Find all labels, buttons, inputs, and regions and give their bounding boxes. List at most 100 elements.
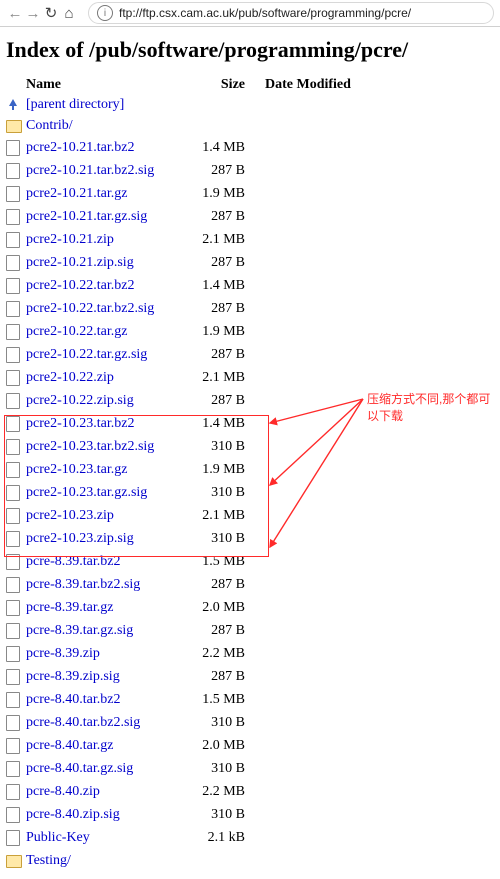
table-row[interactable]: pcre2-10.21.tar.bz21.4 MB xyxy=(6,140,389,163)
file-icon xyxy=(6,255,20,271)
col-header-date[interactable]: Date Modified xyxy=(265,77,389,97)
table-row[interactable]: pcre-8.40.zip2.2 MB xyxy=(6,784,389,807)
table-row[interactable]: pcre2-10.22.zip.sig 287 B xyxy=(6,393,389,416)
file-link[interactable]: pcre2-10.21.tar.gz xyxy=(26,186,127,201)
forward-icon[interactable]: → xyxy=(24,5,42,22)
table-row[interactable]: pcre-8.40.tar.gz.sig310 B xyxy=(6,761,389,784)
file-link[interactable]: pcre2-10.22.zip xyxy=(26,370,114,385)
table-row[interactable]: pcre-8.39.tar.bz2.sig287 B xyxy=(6,577,389,600)
table-row[interactable]: pcre2-10.21.tar.gz 1.9 MB xyxy=(6,186,389,209)
file-link[interactable]: pcre-8.40.tar.gz.sig xyxy=(26,761,133,776)
file-link[interactable]: pcre-8.40.zip xyxy=(26,784,100,799)
table-row[interactable]: pcre2-10.23.tar.gz 1.9 MB xyxy=(6,462,389,485)
browser-toolbar: ← → ↻ ⌂ i ftp://ftp.csx.cam.ac.uk/pub/so… xyxy=(0,0,500,27)
file-link[interactable]: Contrib/ xyxy=(26,118,73,133)
file-link[interactable]: pcre2-10.21.zip.sig xyxy=(26,255,134,270)
table-row[interactable]: pcre2-10.22.tar.bz2.sig287 B xyxy=(6,301,389,324)
file-link[interactable]: pcre-8.40.tar.gz xyxy=(26,738,113,753)
address-bar[interactable]: i ftp://ftp.csx.cam.ac.uk/pub/software/p… xyxy=(88,2,494,24)
table-row[interactable]: pcre-8.39.zip2.2 MB xyxy=(6,646,389,669)
table-row[interactable]: pcre2-10.22.tar.gz1.9 MB xyxy=(6,324,389,347)
table-row[interactable]: pcre-8.40.tar.bz2.sig 310 B xyxy=(6,715,389,738)
table-row[interactable]: pcre2-10.21.tar.bz2.sig 287 B xyxy=(6,163,389,186)
table-row[interactable]: pcre-8.39.tar.gz.sig 287 B xyxy=(6,623,389,646)
file-link[interactable]: pcre2-10.21.tar.bz2.sig xyxy=(26,163,154,178)
col-header-size[interactable]: Size xyxy=(185,77,265,97)
file-link[interactable]: pcre2-10.22.tar.bz2.sig xyxy=(26,301,154,316)
file-link[interactable]: pcre2-10.23.tar.gz.sig xyxy=(26,485,147,500)
file-size: 310 B xyxy=(185,715,265,738)
file-size: 287 B xyxy=(185,669,265,692)
file-link[interactable]: pcre2-10.22.tar.bz2 xyxy=(26,278,134,293)
file-link[interactable]: pcre-8.39.tar.gz xyxy=(26,600,113,615)
parent-directory-link[interactable]: [parent directory] xyxy=(26,97,124,112)
file-link[interactable]: pcre-8.40.zip.sig xyxy=(26,807,120,822)
file-size: 1.9 MB xyxy=(185,462,265,485)
file-link[interactable]: pcre-8.39.zip.sig xyxy=(26,669,120,684)
table-row[interactable]: Public-Key2.1 kB xyxy=(6,830,389,853)
file-link[interactable]: pcre-8.39.zip xyxy=(26,646,100,661)
file-size: 287 B xyxy=(185,163,265,186)
file-link[interactable]: pcre2-10.22.tar.gz xyxy=(26,324,127,339)
table-row[interactable]: pcre2-10.22.zip2.1 MB xyxy=(6,370,389,393)
back-icon[interactable]: ← xyxy=(6,5,24,22)
table-row[interactable]: pcre2-10.23.tar.bz21.4 MB xyxy=(6,416,389,439)
file-link[interactable]: pcre2-10.23.tar.gz xyxy=(26,462,127,477)
reload-icon[interactable]: ↻ xyxy=(42,4,60,22)
table-row[interactable]: pcre-8.39.tar.bz21.5 MB xyxy=(6,554,389,577)
file-link[interactable]: pcre2-10.21.tar.gz.sig xyxy=(26,209,147,224)
table-row[interactable]: pcre-8.40.zip.sig 310 B xyxy=(6,807,389,830)
file-link[interactable]: pcre2-10.22.tar.gz.sig xyxy=(26,347,147,362)
file-link[interactable]: pcre-8.39.tar.bz2.sig xyxy=(26,577,140,592)
file-link[interactable]: pcre2-10.23.tar.bz2 xyxy=(26,416,134,431)
file-size xyxy=(185,853,265,875)
file-icon xyxy=(6,370,20,386)
file-size: 310 B xyxy=(185,485,265,508)
col-header-name[interactable]: Name xyxy=(26,77,185,97)
file-link[interactable]: pcre2-10.21.zip xyxy=(26,232,114,247)
file-link[interactable]: pcre2-10.22.zip.sig xyxy=(26,393,134,408)
file-icon xyxy=(6,600,20,616)
file-size: 1.4 MB xyxy=(185,278,265,301)
file-size: 287 B xyxy=(185,393,265,416)
table-row[interactable]: pcre2-10.23.zip2.1 MB xyxy=(6,508,389,531)
file-link[interactable]: pcre-8.39.tar.bz2 xyxy=(26,554,120,569)
file-link[interactable]: Testing/ xyxy=(26,853,71,868)
table-row[interactable]: Contrib/ xyxy=(6,118,389,140)
file-link[interactable]: pcre-8.39.tar.gz.sig xyxy=(26,623,133,638)
table-row[interactable]: pcre2-10.23.tar.bz2.sig310 B xyxy=(6,439,389,462)
file-link[interactable]: pcre2-10.21.tar.bz2 xyxy=(26,140,134,155)
file-size: 310 B xyxy=(185,807,265,830)
file-link[interactable]: pcre2-10.23.tar.bz2.sig xyxy=(26,439,154,454)
file-icon xyxy=(6,715,20,731)
file-link[interactable]: pcre2-10.23.zip.sig xyxy=(26,531,134,546)
file-icon xyxy=(6,462,20,478)
file-icon xyxy=(6,577,20,593)
file-link[interactable]: Public-Key xyxy=(26,830,90,845)
folder-icon xyxy=(6,120,22,133)
table-row[interactable]: pcre2-10.22.tar.gz.sig287 B xyxy=(6,347,389,370)
file-icon xyxy=(6,301,20,317)
site-info-icon[interactable]: i xyxy=(97,5,113,21)
file-icon xyxy=(6,669,20,685)
table-row[interactable]: pcre-8.39.tar.gz2.0 MB xyxy=(6,600,389,623)
file-link[interactable]: pcre2-10.23.zip xyxy=(26,508,114,523)
table-row[interactable]: pcre2-10.23.zip.sig310 B xyxy=(6,531,389,554)
table-row[interactable]: pcre2-10.22.tar.bz2 1.4 MB xyxy=(6,278,389,301)
table-row[interactable]: pcre2-10.21.zip2.1 MB xyxy=(6,232,389,255)
file-link[interactable]: pcre-8.40.tar.bz2 xyxy=(26,692,120,707)
table-row[interactable]: Testing/ xyxy=(6,853,389,875)
table-row[interactable]: pcre2-10.21.tar.gz.sig287 B xyxy=(6,209,389,232)
table-row[interactable]: pcre-8.39.zip.sig 287 B xyxy=(6,669,389,692)
file-icon xyxy=(6,761,20,777)
file-size: 1.9 MB xyxy=(185,186,265,209)
table-row[interactable]: pcre2-10.21.zip.sig287 B xyxy=(6,255,389,278)
table-row[interactable]: pcre-8.40.tar.bz21.5 MB xyxy=(6,692,389,715)
file-link[interactable]: pcre-8.40.tar.bz2.sig xyxy=(26,715,140,730)
table-row[interactable]: pcre2-10.23.tar.gz.sig 310 B xyxy=(6,485,389,508)
table-row[interactable]: pcre-8.40.tar.gz2.0 MB xyxy=(6,738,389,761)
file-icon xyxy=(6,439,20,455)
file-size: 287 B xyxy=(185,623,265,646)
parent-directory-row[interactable]: [parent directory] xyxy=(6,97,389,118)
home-icon[interactable]: ⌂ xyxy=(60,5,78,22)
